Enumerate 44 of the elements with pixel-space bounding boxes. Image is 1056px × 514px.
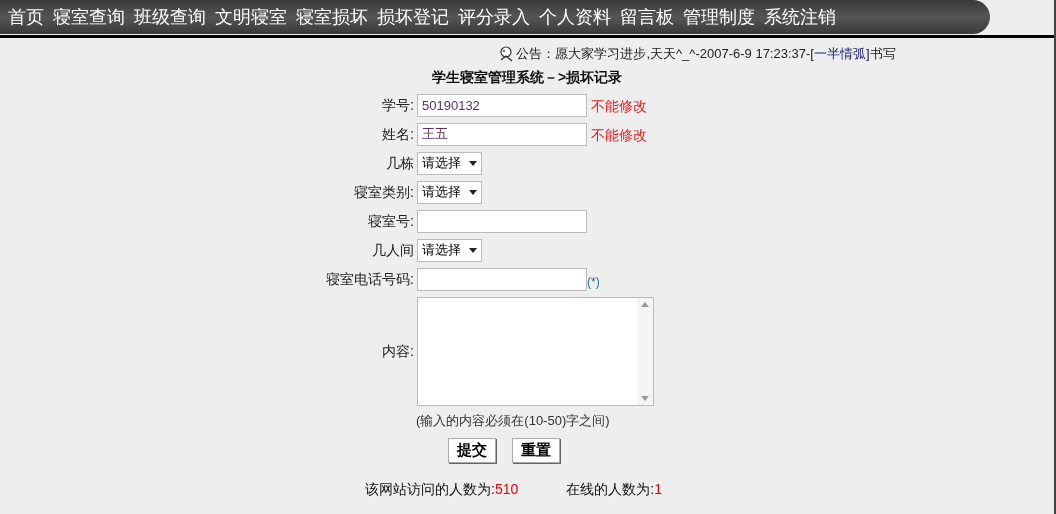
caret-icon: [469, 160, 477, 166]
caret-icon: [469, 247, 477, 253]
required-mark: (*): [587, 273, 600, 291]
nav-link[interactable]: 首页: [8, 3, 44, 31]
note-text: 不能修改: [591, 96, 647, 116]
down-arrow-icon[interactable]: [641, 395, 649, 401]
stat-text: 该网站访问的人数为:510: [365, 480, 519, 499]
caret-icon: [469, 189, 477, 195]
nav-link[interactable]: 评分录入: [458, 3, 530, 31]
input-field[interactable]: [417, 267, 587, 291]
field-label: 寝室类别:: [353, 182, 414, 202]
dropdown[interactable]: 请选择: [417, 180, 482, 204]
nav-link[interactable]: 损坏登记: [377, 3, 449, 31]
input-field[interactable]: 50190132: [417, 93, 587, 117]
nav-link[interactable]: 管理制度: [683, 3, 755, 31]
field-label: 内容:: [381, 341, 414, 361]
dropdown[interactable]: 请选择: [417, 238, 482, 262]
notice-text: 公告：愿大家学习进步,天天^_^-2007-6-9 17:23:37-[一半情弧]书写: [516, 45, 896, 63]
nav-link[interactable]: 文明寝室: [215, 3, 287, 31]
nav-link[interactable]: 班级查询: [134, 3, 206, 31]
text-area[interactable]: [417, 296, 654, 406]
nav-link[interactable]: 留言板: [620, 3, 674, 31]
nav-link[interactable]: 寝室查询: [53, 3, 125, 31]
note-text: 不能修改: [591, 125, 647, 145]
length-hint: (输入的内容必须在(10-50)字之间): [416, 411, 610, 430]
page-title: 学生寝室管理系统－>损坏记录: [431, 67, 623, 87]
input-field[interactable]: [417, 209, 587, 233]
field-label: 姓名:: [381, 124, 414, 144]
scrollbar[interactable]: [637, 297, 653, 405]
form-button[interactable]: 重置: [512, 438, 560, 463]
field-label: 几人间: [371, 240, 414, 260]
field-label: 几栋: [385, 153, 414, 173]
form-button[interactable]: 提交: [448, 438, 496, 463]
field-label: 寝室号:: [367, 211, 414, 231]
nav-link[interactable]: 系统注销: [764, 3, 836, 31]
nav-link[interactable]: 寝室损坏: [296, 3, 368, 31]
nav-link[interactable]: 个人资料: [539, 3, 611, 31]
up-arrow-icon[interactable]: [641, 301, 649, 307]
author-link[interactable]: 一半情弧: [813, 46, 866, 61]
input-field[interactable]: 王五: [417, 122, 587, 146]
field-label: 学号:: [381, 95, 414, 115]
dropdown[interactable]: 请选择: [417, 151, 482, 175]
field-label: 寝室电话号码:: [325, 269, 414, 289]
stat-text: 在线的人数为:1: [566, 480, 662, 499]
